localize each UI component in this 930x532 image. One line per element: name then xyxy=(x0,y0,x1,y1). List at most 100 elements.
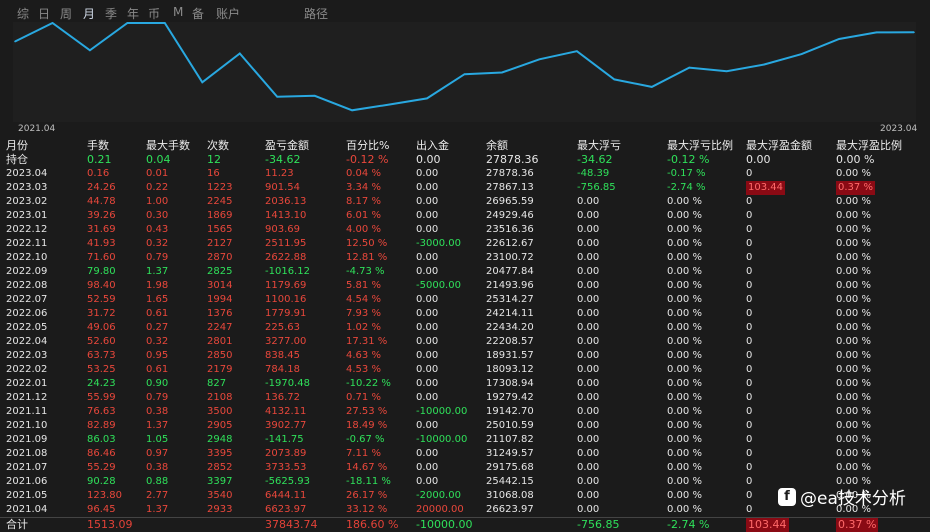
table-cell: 0.00 xyxy=(577,476,600,487)
table-cell: 出入金 xyxy=(416,139,449,152)
table-cell: 0.37 % xyxy=(836,181,875,195)
table-cell: 0.38 xyxy=(146,406,169,417)
table-cell: 0.61 xyxy=(146,364,169,375)
table-row: 2021.11 76.63 0.38 3500 4132.11 27.53 % -10000… xyxy=(0,405,930,419)
equity-point xyxy=(126,22,129,24)
table-cell: 0.00 % xyxy=(667,224,702,235)
tab-10[interactable]: 路径 xyxy=(304,5,328,22)
table-cell: 2127 xyxy=(207,238,233,249)
table-cell: 手数 xyxy=(87,139,109,152)
table-cell: 6444.11 xyxy=(265,490,307,501)
table-cell: 2905 xyxy=(207,420,233,431)
table-cell: 27867.13 xyxy=(486,182,534,193)
table-cell: 71.60 xyxy=(87,252,116,263)
table-cell: 0.00 % xyxy=(667,280,702,291)
table-cell: 0.00 xyxy=(416,182,439,193)
table-cell: 7.93 % xyxy=(346,308,381,319)
tab-8[interactable]: 备 xyxy=(192,5,204,22)
table-cell: 最大浮亏 xyxy=(577,139,621,152)
tab-0[interactable]: 综 xyxy=(17,5,29,22)
tab-7[interactable]: M xyxy=(173,5,183,19)
table-cell: 0.00 xyxy=(577,392,600,403)
table-cell: 27.53 % xyxy=(346,406,388,417)
table-cell: 2948 xyxy=(207,434,233,445)
table-cell: 0 xyxy=(746,476,753,487)
table-cell: 2022.12 xyxy=(6,224,48,235)
table-cell: 4.63 % xyxy=(346,350,381,361)
table-row: 2021.12 55.99 0.79 2108 136.72 0.71 % 0.00 1927… xyxy=(0,391,930,405)
table-cell: 0 xyxy=(746,294,753,305)
table-cell: 0.00 xyxy=(416,252,439,263)
table-cell: 0.16 xyxy=(87,168,110,179)
equity-point xyxy=(875,31,878,34)
table-cell: -10000.00 xyxy=(416,406,468,417)
table-cell: 0 xyxy=(746,168,753,179)
table-cell: 5.81 % xyxy=(346,280,381,291)
table-cell: 20000.00 xyxy=(416,504,464,515)
tab-5[interactable]: 年 xyxy=(127,5,139,22)
table-cell: 0.00 % xyxy=(836,448,871,459)
table-cell: 0.00 % xyxy=(667,490,702,501)
table-cell: 103.44 xyxy=(746,518,789,532)
table-cell: 0.00 % xyxy=(667,238,702,249)
table-cell: 0.00 xyxy=(577,378,600,389)
table-cell: 79.80 xyxy=(87,266,116,277)
table-cell: 余额 xyxy=(486,139,508,152)
table-cell: 7.11 % xyxy=(346,448,381,459)
table-cell: 0.00 xyxy=(416,168,439,179)
table-cell: 0.00 % xyxy=(667,378,702,389)
tab-9[interactable]: 账户 xyxy=(216,5,240,22)
table-cell: 3014 xyxy=(207,280,233,291)
table-cell: 0.00 xyxy=(416,378,439,389)
table-cell: 98.40 xyxy=(87,280,116,291)
tab-3[interactable]: 月 xyxy=(83,5,95,22)
table-cell: 0.00 xyxy=(416,420,439,431)
table-cell: 0.00 xyxy=(416,196,439,207)
table-cell: 2850 xyxy=(207,350,233,361)
table-cell: 2021.10 xyxy=(6,420,48,431)
table-cell: 0.00 xyxy=(416,350,439,361)
table-cell: 0.00 % xyxy=(836,168,871,179)
table-row: 2022.05 49.06 0.27 2247 225.63 1.02 % 0.00 2243… xyxy=(0,321,930,335)
table-cell: 0.00 xyxy=(577,462,600,473)
table-cell: 2023.01 xyxy=(6,210,48,221)
table-cell: -0.67 % xyxy=(346,434,385,445)
table-cell: 1.05 xyxy=(146,434,169,445)
table-cell: 0.00 % xyxy=(667,504,702,515)
table-cell: 21493.96 xyxy=(486,280,534,291)
table-cell: 2022.01 xyxy=(6,378,48,389)
table-cell: -5625.93 xyxy=(265,476,310,487)
equity-point xyxy=(89,49,91,52)
tab-1[interactable]: 日 xyxy=(38,5,50,22)
table-cell: -1016.12 xyxy=(265,266,310,277)
table-cell: 0.00 % xyxy=(667,462,702,473)
table-cell: 2852 xyxy=(207,462,233,473)
table-cell: 838.45 xyxy=(265,350,300,361)
table-cell: 22434.20 xyxy=(486,322,534,333)
table-cell: -141.75 xyxy=(265,434,304,445)
table-cell: 1.00 xyxy=(146,196,169,207)
table-cell: 6.01 % xyxy=(346,210,381,221)
table-cell: 0.00 xyxy=(577,420,600,431)
tab-6[interactable]: 币 xyxy=(148,5,160,22)
table-cell: 0 xyxy=(746,266,753,277)
table-cell: -756.85 xyxy=(577,518,620,531)
equity-point xyxy=(51,22,54,24)
table-cell: 0.00 % xyxy=(836,210,871,221)
table-cell: 0 xyxy=(746,210,753,221)
table-cell: -18.11 % xyxy=(346,476,391,487)
tab-2[interactable]: 周 xyxy=(60,5,72,22)
table-cell: 52.59 xyxy=(87,294,116,305)
table-cell: 0.21 xyxy=(87,153,112,166)
tab-4[interactable]: 季 xyxy=(105,5,117,22)
table-cell: 最大浮盈比例 xyxy=(836,139,902,152)
table-cell: 14.67 % xyxy=(346,462,388,473)
table-cell: 1869 xyxy=(207,210,233,221)
table-cell: 2108 xyxy=(207,392,233,403)
table-cell: 53.25 xyxy=(87,364,116,375)
table-cell: 4132.11 xyxy=(265,406,307,417)
table-cell: 2023.03 xyxy=(6,182,48,193)
table-cell: -34.62 xyxy=(265,153,301,166)
table-cell: 25314.27 xyxy=(486,294,534,305)
equity-series-line xyxy=(14,22,915,112)
